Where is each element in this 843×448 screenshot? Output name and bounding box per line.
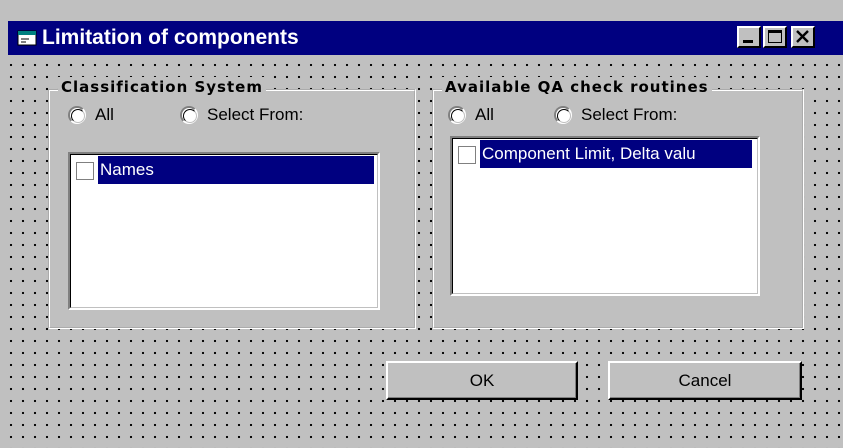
classification-radio-select[interactable]: Select From: [180, 105, 303, 125]
classification-frame: Classification System All Select From: N… [48, 77, 416, 329]
maximize-button[interactable] [763, 26, 787, 48]
radio-circle-icon [180, 106, 198, 124]
list-item[interactable]: Component Limit, Delta valu [454, 140, 752, 168]
radio-circle-icon [554, 106, 572, 124]
classification-listbox[interactable]: Names [68, 152, 380, 310]
close-icon [796, 30, 809, 43]
classification-radio-all-label: All [95, 105, 114, 124]
classification-radio-all[interactable]: All [68, 105, 114, 125]
ok-button[interactable]: OK [386, 361, 578, 400]
minimize-button[interactable] [737, 26, 761, 48]
item-checkbox[interactable] [76, 162, 94, 180]
classification-legend: Classification System [58, 77, 266, 97]
list-item[interactable]: Names [72, 156, 374, 184]
title-bar[interactable]: Limitation of components [8, 21, 843, 55]
dialog-window: Limitation of components Classification … [0, 0, 843, 448]
qa-routines-listbox[interactable]: Component Limit, Delta valu [450, 136, 760, 296]
qa-routines-legend: Available QA check routines [442, 77, 712, 97]
maximize-icon [768, 30, 782, 43]
qa-radio-all[interactable]: All [448, 105, 494, 125]
qa-routines-frame: Available QA check routines All Select F… [432, 77, 804, 329]
close-button[interactable] [791, 26, 815, 48]
form-design-grid: Classification System All Select From: N… [8, 55, 843, 448]
list-item-label: Names [98, 156, 374, 184]
qa-radio-select[interactable]: Select From: [554, 105, 677, 125]
qa-radio-all-label: All [475, 105, 494, 124]
cancel-button[interactable]: Cancel [608, 361, 802, 400]
window-title: Limitation of components [42, 26, 299, 49]
form-icon [17, 30, 37, 46]
radio-circle-icon [448, 106, 466, 124]
item-checkbox[interactable] [458, 146, 476, 164]
radio-circle-icon [68, 106, 86, 124]
minimize-icon [743, 40, 753, 43]
list-item-label: Component Limit, Delta valu [480, 140, 752, 168]
classification-radio-select-label: Select From: [207, 105, 304, 124]
qa-radio-select-label: Select From: [581, 105, 678, 124]
